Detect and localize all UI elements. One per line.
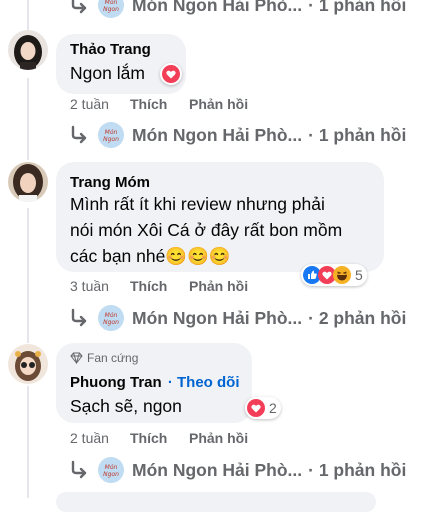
reply-arrow-icon	[71, 308, 87, 327]
reply-button[interactable]: Phản hồi	[189, 278, 248, 294]
haha-icon	[333, 266, 351, 284]
svg-text:Món: Món	[105, 312, 118, 319]
svg-text:Ngon: Ngon	[103, 319, 119, 326]
svg-text:Món: Món	[105, 129, 118, 136]
reply-count: · 1 phản hồi	[308, 459, 407, 480]
reaction-count: 2	[269, 400, 277, 416]
svg-text:Ngon: Ngon	[103, 6, 119, 13]
view-replies-link[interactable]: Món Ngon Món Ngon Hải Phò... · 1 phản hồi	[68, 453, 406, 487]
page-name: Món Ngon Hải Phò...	[132, 0, 303, 15]
view-replies-link[interactable]: Món Ngon Món Ngon Hải Phò... · 1 phản hồi	[68, 118, 406, 152]
reply-arrow-icon	[71, 460, 87, 479]
comment-author[interactable]: Phuong Tran	[70, 374, 162, 391]
thread-line	[27, 0, 29, 34]
comment-text: Sạch sẽ, ngon	[70, 396, 182, 416]
svg-text:Ngon: Ngon	[103, 471, 119, 478]
follow-link[interactable]: · Theo dõi	[168, 374, 240, 391]
reply-button[interactable]: Phản hồi	[189, 96, 248, 112]
comment-header: Phuong Tran · Theo dõi	[70, 374, 240, 391]
avatar[interactable]	[8, 344, 48, 384]
comment-author[interactable]: Thảo Trang	[70, 41, 151, 58]
fan-badge: Fan cứng	[70, 351, 138, 365]
view-replies-link[interactable]: Món Ngon Món Ngon Hải Phò... · 1 phản hồi	[68, 0, 406, 22]
diamond-icon	[70, 352, 83, 364]
reply-arrow-icon	[71, 125, 87, 144]
thread-line	[27, 78, 29, 160]
page-avatar[interactable]: Món Ngon	[98, 122, 124, 148]
svg-text:Ngon: Ngon	[103, 136, 119, 143]
comment-time[interactable]: 2 tuần	[70, 430, 109, 446]
reaction-summary[interactable]	[160, 63, 182, 85]
reply-count: · 2 phản hồi	[308, 307, 407, 328]
love-icon	[162, 65, 180, 83]
comment-bubble	[56, 492, 376, 512]
reaction-summary[interactable]: 5	[301, 264, 367, 286]
reply-button[interactable]: Phản hồi	[189, 430, 248, 446]
page-name: Món Ngon Hải Phò...	[132, 459, 303, 480]
comment-text: Ngon lắm	[70, 63, 145, 83]
page-avatar[interactable]: Món Ngon	[98, 305, 124, 331]
reply-count: · 1 phản hồi	[308, 124, 407, 145]
thread-line	[27, 386, 29, 498]
love-icon	[247, 399, 265, 417]
like-button[interactable]: Thích	[130, 96, 167, 112]
comment-time[interactable]: 3 tuần	[70, 278, 109, 294]
reaction-count: 5	[355, 267, 363, 283]
comment-author[interactable]: Trang Móm	[70, 174, 150, 191]
avatar[interactable]	[8, 30, 48, 70]
page-avatar[interactable]: Món Ngon	[98, 457, 124, 483]
reply-arrow-icon	[71, 0, 87, 14]
comment-time[interactable]: 2 tuần	[70, 96, 109, 112]
svg-text:Món: Món	[105, 464, 118, 471]
page-name: Món Ngon Hải Phò...	[132, 307, 303, 328]
like-button[interactable]: Thích	[130, 430, 167, 446]
page-name: Món Ngon Hải Phò...	[132, 124, 303, 145]
page-avatar[interactable]: Món Ngon	[98, 0, 124, 18]
view-replies-link[interactable]: Món Ngon Món Ngon Hải Phò... · 2 phản hồi	[68, 301, 406, 335]
reaction-summary[interactable]: 2	[245, 397, 281, 419]
reply-count: · 1 phản hồi	[308, 0, 407, 15]
thread-line	[27, 208, 29, 343]
comment-text: Mình rất ít khi review nhưng phải nói mó…	[70, 194, 343, 266]
like-button[interactable]: Thích	[130, 278, 167, 294]
avatar[interactable]	[8, 162, 48, 202]
